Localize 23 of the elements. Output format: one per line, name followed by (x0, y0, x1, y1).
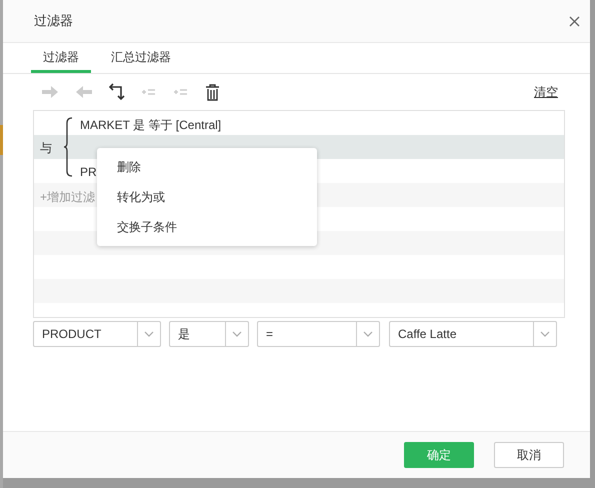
dropdown[interactable]: = (257, 321, 380, 347)
swap-icon[interactable] (109, 83, 125, 101)
operator-label: 与 (40, 140, 52, 157)
condition-text[interactable]: MARKET 是 等于 [Central] (80, 117, 222, 134)
brace-icon (63, 117, 73, 177)
tab[interactable]: 过滤器 (31, 43, 91, 73)
chevron-icon (144, 331, 154, 337)
chevron-icon (232, 331, 242, 337)
dropdown[interactable]: 是 (169, 321, 249, 347)
trash-icon[interactable] (205, 84, 220, 100)
menu-item[interactable]: 交换子条件 (97, 212, 317, 242)
cancel-button[interactable]: 取消 (494, 442, 564, 468)
menu-item[interactable]: 删除 (97, 152, 317, 182)
chevron-icon (363, 331, 373, 337)
dropdown[interactable]: PRODUCT (33, 321, 161, 347)
close-icon[interactable] (569, 16, 580, 26)
clear-link[interactable]: 清空 (534, 84, 558, 100)
tab[interactable]: 汇总过滤器 (99, 43, 183, 73)
window-title: 过滤器 (34, 12, 74, 30)
condition-text[interactable]: PR (80, 165, 97, 179)
dropdown[interactable]: Caffe Latte (389, 321, 557, 347)
chevron-icon (540, 331, 550, 337)
menu-item[interactable]: 转化为或 (97, 182, 317, 212)
